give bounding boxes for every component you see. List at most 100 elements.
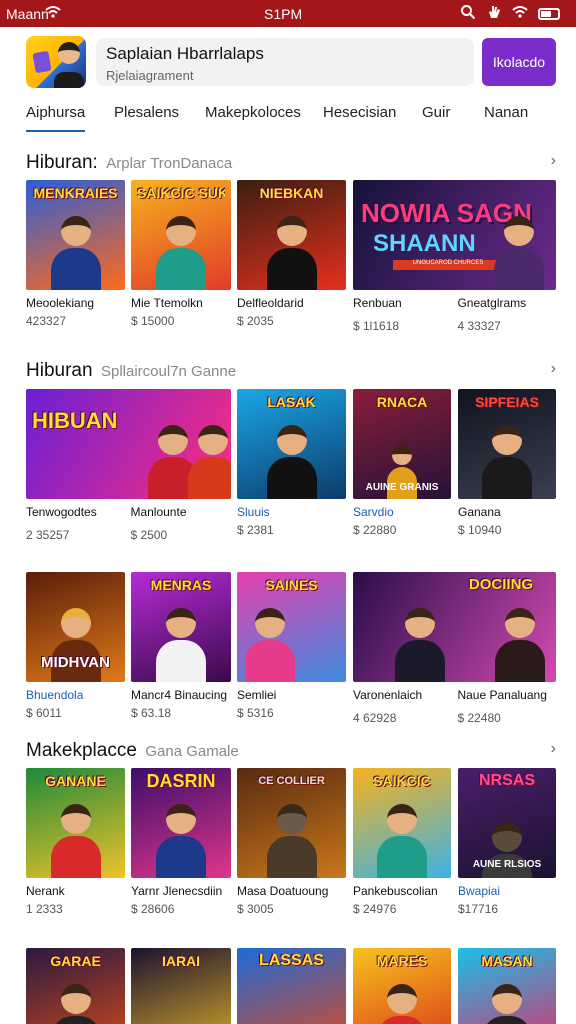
app-thumbnail: MARES — [353, 948, 451, 1024]
thumbnail-headline: CE COLLIER — [258, 775, 325, 787]
section-subtitle: Gana Gamale — [145, 743, 239, 760]
thumbnail-headline: MARES — [376, 954, 428, 968]
section-subtitle: Spllaircoul7n Ganne — [101, 363, 237, 380]
app-card[interactable]: GARAE — [26, 948, 125, 1024]
app-name: Pankebuscolian — [353, 884, 438, 898]
app-thumbnail: SIPFEIAS — [458, 389, 556, 499]
chevron-right-icon[interactable]: › — [551, 360, 556, 378]
app-name: Mie Ttemolkn — [131, 296, 203, 310]
section-header-1[interactable]: Hiburan: Arplar TronDanaca › — [26, 152, 556, 174]
character-figure — [49, 984, 103, 1024]
app-card-wide[interactable]: NOWIA SAGN SHAANN UNGUCAROD CHURCES Renb… — [353, 180, 556, 335]
app-thumbnail-wide: HIBUAN — [26, 389, 231, 499]
app-card[interactable]: SAIKCIC SUKIDAC Mie Ttemolkn $ 15000 — [131, 180, 231, 328]
app-card-wide[interactable]: DOCIING Varonenlaich Naue Panaluang 4 62… — [353, 572, 556, 727]
app-card[interactable]: MENRAS Mancr4 Binaucing $ 63.18 — [131, 572, 231, 720]
app-name: Masa Doatuoung — [237, 884, 329, 898]
section-title: Hiburan: — [26, 152, 98, 173]
character-figure — [480, 425, 534, 499]
tab-5[interactable]: Nanan — [484, 104, 528, 121]
app-price: $ 24976 — [353, 902, 397, 916]
character-figure — [480, 984, 534, 1024]
search-icon[interactable] — [460, 4, 476, 23]
app-card[interactable]: GANANE Nerank 1 2333 — [26, 768, 125, 916]
section-subtitle: Arplar TronDanaca — [106, 155, 233, 172]
chevron-right-icon[interactable]: › — [551, 152, 556, 170]
app-name: Sarvdio — [353, 505, 394, 519]
thumbnail-headline: NIEBKAN — [259, 186, 324, 200]
app-card[interactable]: DASRIN Yarnr Jlenecsdiin $ 28606 — [131, 768, 231, 916]
section-header-3[interactable]: Makekplacce Gana Gamale › — [26, 740, 556, 762]
thumbnail-caption: AUNE RLSIOS — [472, 859, 542, 870]
app-card[interactable]: NRSAS AUNE RLSIOS Bwapiai $17716 — [458, 768, 556, 916]
app-card[interactable]: CE COLLIER Masa Doatuoung $ 3005 — [237, 768, 346, 916]
app-card[interactable]: MARES — [353, 948, 451, 1024]
app-thumbnail: MENRAS — [131, 572, 231, 682]
app-name: Tenwogodtes — [26, 505, 97, 519]
app-card[interactable]: MENKRAIES Meoolekiang 423327 — [26, 180, 125, 328]
app-thumbnail: SAIKCIC — [353, 768, 451, 878]
thumbnail-headline: DOCIING — [468, 578, 534, 592]
app-icon[interactable] — [26, 36, 86, 88]
app-card[interactable]: LASAK Sluuis $ 2381 — [237, 389, 346, 537]
app-price: $ 5316 — [237, 706, 274, 720]
app-card[interactable]: LASSAS — [237, 948, 346, 1024]
hand-icon — [486, 4, 502, 23]
status-bar: Maann S1PM — [0, 0, 576, 27]
thumbnail-headline: MENKRAIES — [33, 186, 118, 200]
thumbnail-headline: DASRIN — [146, 774, 216, 788]
app-thumbnail: NRSAS AUNE RLSIOS — [458, 768, 556, 878]
thumbnail-headline: SAIKCIC SUKIDAC — [137, 186, 225, 200]
app-card[interactable]: MASAN — [458, 948, 556, 1024]
app-card-wide[interactable]: HIBUAN Tenwogodtes Manlounte 2 35257 $ 2… — [26, 389, 231, 544]
install-button[interactable]: Ikolacdo — [482, 38, 556, 86]
app-card[interactable]: NIEBKAN Delfleoldarid $ 2035 — [237, 180, 346, 328]
app-title-box[interactable]: Saplaian Hbarrlalaps Rjelaiagrament — [96, 38, 474, 86]
tab-1[interactable]: Plesalens — [114, 104, 179, 121]
app-thumbnail-wide: NOWIA SAGN SHAANN UNGUCAROD CHURCES — [353, 180, 556, 290]
app-price: $ 22880 — [353, 523, 397, 537]
category-tabs: Aiphursa Plesalens Makepkoloces Hesecisi… — [26, 104, 566, 134]
app-price: $ 63.18 — [131, 706, 172, 720]
app-thumbnail: CE COLLIER — [237, 768, 346, 878]
app-card[interactable]: MIDHVAN Bhuendola $ 6011 — [26, 572, 125, 720]
tab-3[interactable]: Hesecisian — [323, 104, 396, 121]
tab-2[interactable]: Makepkoloces — [205, 104, 301, 121]
section-title: Hiburan — [26, 360, 93, 381]
thumbnail-headline: MENRAS — [150, 578, 212, 592]
app-thumbnail: SAINES — [237, 572, 346, 682]
app-card[interactable]: RNACA AUINE GRANIS Sarvdio $ 22880 — [353, 389, 451, 537]
tab-0[interactable]: Aiphursa — [26, 104, 86, 132]
app-subtitle: Rjelaiagrament — [106, 68, 194, 83]
tab-4[interactable]: Guir — [422, 104, 450, 121]
app-price: $ 1l1618 — [353, 319, 400, 333]
app-card[interactable]: SIPFEIAS Ganana $ 10940 — [458, 389, 556, 537]
app-name: Bhuendola — [26, 688, 84, 702]
app-price: $17716 — [458, 902, 499, 916]
chevron-right-icon[interactable]: › — [551, 740, 556, 758]
app-price: $ 10940 — [458, 523, 502, 537]
app-card[interactable]: SAINES Semliei $ 5316 — [237, 572, 346, 720]
app-thumbnail-wide: DOCIING — [353, 572, 556, 682]
wifi-icon — [45, 4, 61, 23]
thumbnail-headline: MASAN — [481, 954, 533, 968]
app-thumbnail: GANANE — [26, 768, 125, 878]
app-card[interactable]: IARAI — [131, 948, 231, 1024]
character-figure — [49, 216, 103, 290]
app-thumbnail: RNACA AUINE GRANIS — [353, 389, 451, 499]
section-header-2[interactable]: Hiburan Spllaircoul7n Ganne › — [26, 360, 556, 382]
app-name: Ganana — [458, 505, 501, 519]
thumbnail-headline: SAINES — [265, 578, 318, 592]
app-card[interactable]: SAIKCIC Pankebuscolian $ 24976 — [353, 768, 451, 916]
app-thumbnail: SAIKCIC SUKIDAC — [131, 180, 231, 290]
app-price: $ 3005 — [237, 902, 274, 916]
app-price: 2 35257 — [26, 528, 70, 542]
app-thumbnail: MIDHVAN — [26, 572, 125, 682]
app-header: Saplaian Hbarrlalaps Rjelaiagrament Ikol… — [26, 36, 556, 88]
app-price: 4 33327 — [457, 319, 501, 333]
app-thumbnail: GARAE — [26, 948, 125, 1024]
app-price: $ 2035 — [237, 314, 274, 328]
avatar-body — [54, 72, 84, 88]
app-name: Varonenlaich — [353, 688, 423, 702]
app-name: Naue Panaluang — [457, 688, 547, 702]
